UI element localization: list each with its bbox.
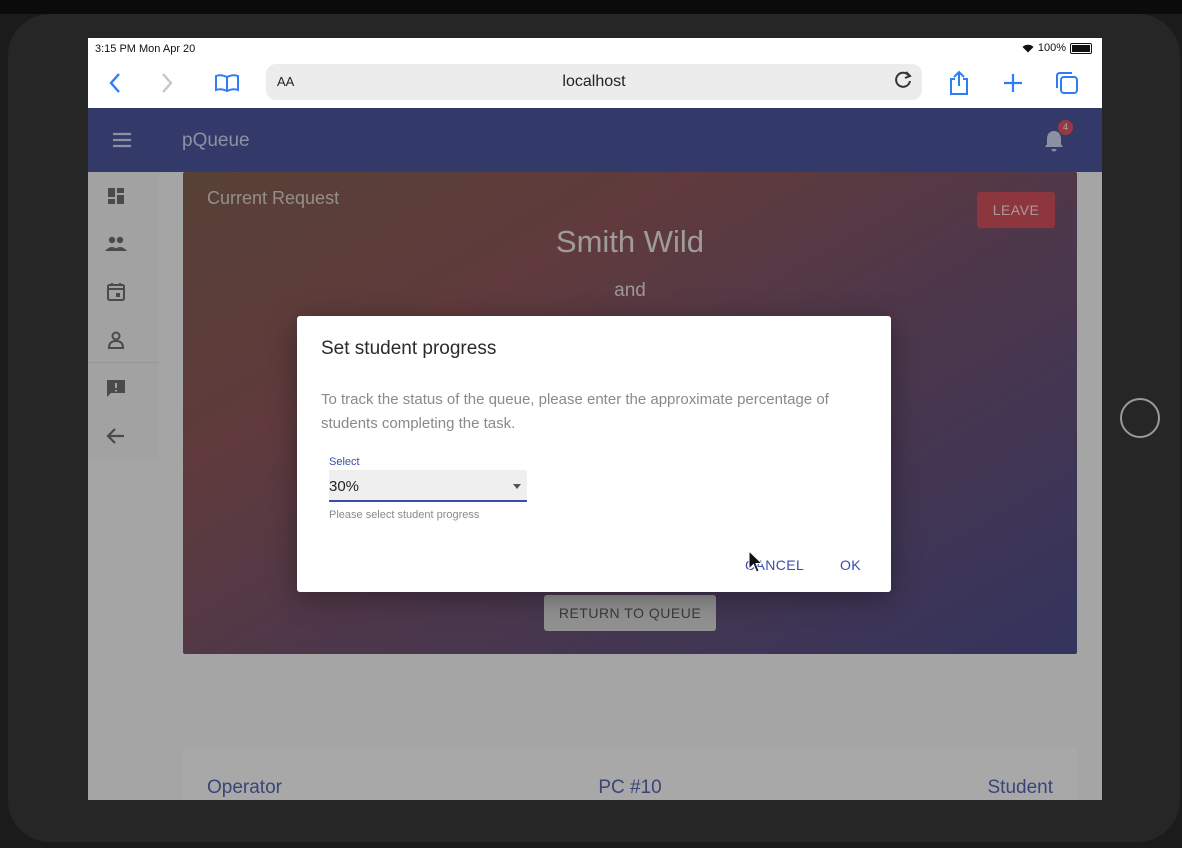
- select-label: Select: [329, 456, 360, 468]
- reload-icon[interactable]: [894, 70, 914, 95]
- browser-toolbar: AA localhost: [88, 60, 1102, 108]
- chevron-down-icon[interactable]: [513, 484, 521, 489]
- bookmarks-icon[interactable]: [212, 68, 242, 98]
- share-icon[interactable]: [944, 68, 974, 98]
- back-icon[interactable]: [100, 68, 130, 98]
- top-strip: [0, 0, 1182, 14]
- progress-dialog: Set student progress To track the status…: [297, 316, 891, 592]
- battery-percent: 100%: [1037, 42, 1066, 54]
- status-right: 100%: [1022, 42, 1092, 54]
- wifi-icon: [1022, 44, 1034, 52]
- dialog-text: To track the status of the queue, please…: [321, 391, 829, 432]
- url-text: localhost: [562, 73, 626, 90]
- new-tab-icon[interactable]: [998, 68, 1028, 98]
- ok-button[interactable]: OK: [840, 557, 861, 573]
- tabs-icon[interactable]: [1052, 68, 1082, 98]
- mouse-cursor-icon: [748, 550, 764, 573]
- status-bar: 3:15 PM Mon Apr 20 100%: [88, 38, 1102, 60]
- progress-select[interactable]: 30%: [329, 470, 527, 502]
- status-time: 3:15 PM Mon Apr 20: [95, 43, 196, 55]
- select-helper-text: Please select student progress: [329, 509, 480, 521]
- forward-icon[interactable]: [152, 68, 182, 98]
- battery-icon: [1070, 42, 1092, 54]
- address-bar[interactable]: AA localhost: [266, 64, 922, 100]
- tablet-screen: 3:15 PM Mon Apr 20 100% AA localhost pQu…: [88, 38, 1102, 800]
- dialog-title: Set student progress: [321, 338, 497, 359]
- home-button[interactable]: [1120, 398, 1160, 438]
- select-value: 30%: [329, 478, 360, 495]
